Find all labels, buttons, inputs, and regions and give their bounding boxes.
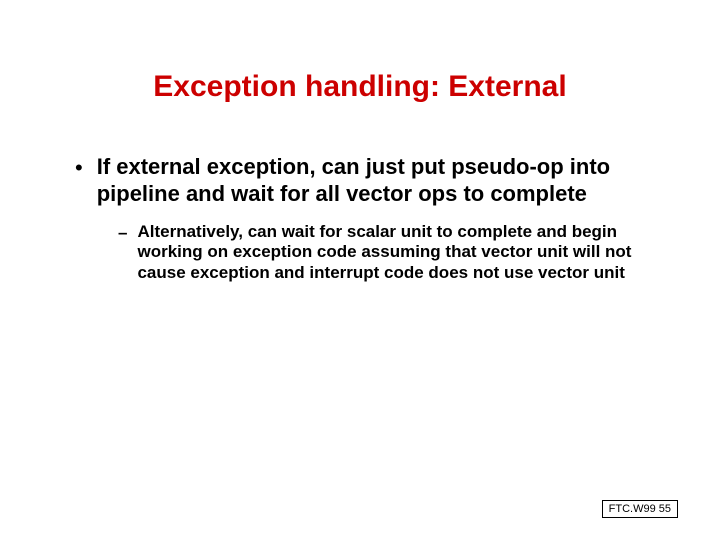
bullet-level-2: – Alternatively, can wait for scalar uni… xyxy=(60,222,660,284)
bullet-text-l2: Alternatively, can wait for scalar unit … xyxy=(137,222,660,284)
slide-title: Exception handling: External xyxy=(60,70,660,104)
footer-label: FTC.W99 55 xyxy=(602,500,678,518)
bullet-text-l1: If external exception, can just put pseu… xyxy=(97,154,660,208)
bullet-marker-l1: • xyxy=(75,154,83,181)
bullet-marker-l2: – xyxy=(118,222,127,243)
slide: Exception handling: External • If extern… xyxy=(0,0,720,540)
bullet-level-1: • If external exception, can just put ps… xyxy=(60,154,660,208)
